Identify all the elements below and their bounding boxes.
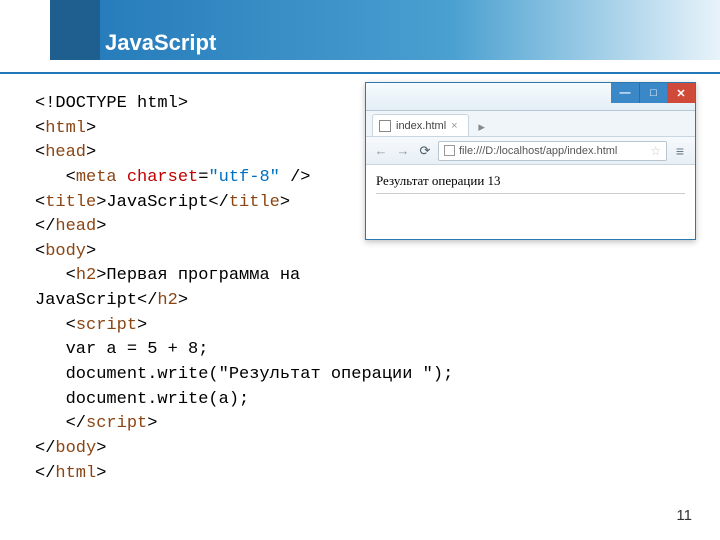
window-titlebar[interactable]: — □ ✕	[366, 83, 695, 111]
tab-bar: index.html × ▸	[366, 111, 695, 137]
browser-tab[interactable]: index.html ×	[372, 114, 469, 136]
rendered-page: Результат операции 13	[366, 165, 695, 202]
slide-page-number: 11	[676, 507, 692, 524]
window-controls: — □ ✕	[611, 83, 695, 103]
close-button[interactable]: ✕	[667, 83, 695, 103]
slide-header: JavaScript	[0, 0, 720, 74]
slide-title: JavaScript	[105, 30, 216, 56]
page-output-text: Результат операции 13	[376, 173, 501, 188]
url-input[interactable]: file:///D:/localhost/app/index.html ☆	[438, 141, 667, 161]
new-tab-button[interactable]: ▸	[473, 120, 491, 136]
url-text: file:///D:/localhost/app/index.html	[459, 145, 646, 157]
minimize-button[interactable]: —	[611, 83, 639, 103]
forward-button[interactable]: →	[394, 142, 412, 160]
tab-label: index.html	[396, 120, 446, 132]
content-separator	[376, 193, 685, 194]
bookmark-star-icon[interactable]: ☆	[650, 144, 661, 158]
address-bar: ← → ⟳ file:///D:/localhost/app/index.htm…	[366, 137, 695, 165]
back-button[interactable]: ←	[372, 142, 390, 160]
browser-window: — □ ✕ index.html × ▸ ← → ⟳ file:///D:/lo…	[365, 82, 696, 240]
page-icon	[379, 120, 391, 132]
tab-close-icon[interactable]: ×	[451, 120, 457, 132]
file-icon	[444, 145, 455, 156]
menu-button[interactable]: ≡	[671, 143, 689, 159]
reload-button[interactable]: ⟳	[416, 142, 434, 160]
header-accent-block	[50, 0, 100, 60]
maximize-button[interactable]: □	[639, 83, 667, 103]
